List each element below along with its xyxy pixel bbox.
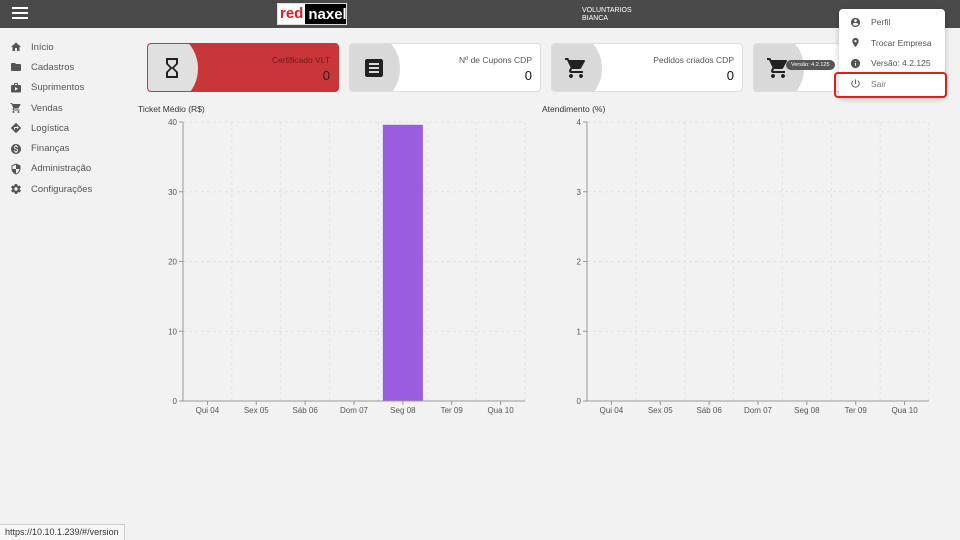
card-title: Certificado VLT [272,55,330,65]
x-tick-label: Qui 04 [600,406,624,415]
sidebar-item-logistica[interactable]: Logística [0,118,130,138]
card-pedidos-cdp[interactable]: Pedidos criados CDP 0 [551,43,743,92]
info-icon [850,58,861,68]
chart-ticket-medio: 0 10 20 30 40 Qui 04 Sex 05 Sáb 06 Dom 07 Seg 08 T… [168,118,526,415]
dollar-icon [11,143,21,154]
shield-icon [11,163,21,175]
menu-icon[interactable] [12,7,28,21]
chart-title-ticket: Ticket Médio (R$) [138,104,205,114]
x-tick-label: Qua 10 [487,406,514,415]
card-value: 0 [524,68,532,83]
location-icon [852,38,859,48]
x-tick-label: Ter 09 [845,406,868,415]
cart-icon [564,56,588,80]
menu-item-versao[interactable]: Versão: 4.2.125 [839,53,945,74]
sidebar: Início Cadastros Suprimentos Vendas Logí… [0,37,130,199]
menu-item-perfil[interactable]: Perfil [839,12,945,33]
receipt-icon [362,56,386,80]
card-certificado-vlt[interactable]: Certificado VLT 0 [147,43,339,92]
sidebar-item-label: Vendas [31,102,63,114]
sidebar-item-label: Configurações [31,183,93,195]
sidebar-item-cadastros[interactable]: Cadastros [0,57,130,77]
company-info: VOLUNTARIOS BIANCA [582,7,632,23]
logo: red naxel [277,3,347,25]
bar [382,124,423,401]
sair-highlight-box [834,72,947,98]
card-value: 0 [322,68,330,83]
sidebar-item-label: Finanças [31,143,70,155]
sidebar-item-financas[interactable]: Finanças [0,138,130,158]
sidebar-item-inicio[interactable]: Início [0,37,130,57]
menu-item-label: Versão: 4.2.125 [871,58,931,69]
chart-title-atendimento: Atendimento (%) [542,104,606,114]
x-tick-label: Dom 07 [744,406,773,415]
chart-atendimento: 0 1 2 3 4 Qui 04 Sex 05 Sáb 06 Dom 07 Seg 08 Ter 0… [577,118,930,415]
card-value: 0 [726,68,734,83]
x-tick-label: Qua 10 [891,406,918,415]
y-tick-label: 4 [577,118,582,127]
logo-red-text: red [278,4,306,24]
sidebar-item-label: Suprimentos [31,82,85,94]
route-icon [11,123,21,134]
card-title: Pedidos criados CDP [653,55,734,65]
y-tick-label: 1 [577,327,582,336]
y-tick-label: 10 [168,327,177,336]
y-tick-label: 30 [168,188,177,197]
sidebar-item-administracao[interactable]: Administração [0,159,130,179]
sidebar-item-label: Cadastros [31,61,75,73]
company-user: BIANCA [582,15,609,22]
x-tick-label: Dom 07 [340,406,369,415]
y-tick-label: 20 [168,258,177,267]
supplies-icon [11,82,21,93]
top-bar: red naxel VOLUNTARIOS BIANCA [0,0,960,28]
sidebar-item-configuracoes[interactable]: Configurações [0,179,130,199]
cart-icon [10,103,21,114]
menu-item-trocar-empresa[interactable]: Trocar Empresa [839,33,945,54]
x-tick-label: Seg 08 [390,406,416,415]
card-title: Nº de Cupons CDP [458,55,532,65]
sidebar-item-label: Logística [31,122,70,134]
sidebar-item-suprimentos[interactable]: Suprimentos [0,78,130,98]
y-tick-label: 3 [577,188,582,197]
sidebar-item-vendas[interactable]: Vendas [0,98,130,118]
account-icon [850,17,861,27]
x-tick-label: Sex 05 [244,406,269,415]
logo-text: naxel [308,5,347,23]
version-badge: Versão: 4.2.125 [786,60,835,70]
home-icon [11,42,21,52]
x-tick-label: Sex 05 [648,406,673,415]
y-tick-label: 40 [168,118,177,127]
sidebar-item-label: Administração [31,163,92,175]
menu-item-label: Perfil [871,17,891,28]
hourglass-icon [160,56,184,80]
menu-item-label: Trocar Empresa [871,37,932,48]
sidebar-item-label: Início [31,41,54,53]
status-url: https://10.10.1.239/#/version [0,524,125,540]
company-name: VOLUNTARIOS [582,7,632,14]
y-tick-label: 2 [577,258,582,267]
gear-icon [11,184,21,195]
x-tick-label: Qui 04 [196,406,220,415]
card-cupons-cdp[interactable]: Nº de Cupons CDP 0 [349,43,541,92]
y-tick-label: 0 [173,397,178,406]
y-tick-label: 0 [577,397,582,406]
x-tick-label: Sáb 06 [292,406,318,415]
x-tick-label: Seg 08 [794,406,820,415]
x-tick-label: Ter 09 [441,406,464,415]
x-tick-label: Sáb 06 [696,406,722,415]
folder-icon [11,63,21,72]
